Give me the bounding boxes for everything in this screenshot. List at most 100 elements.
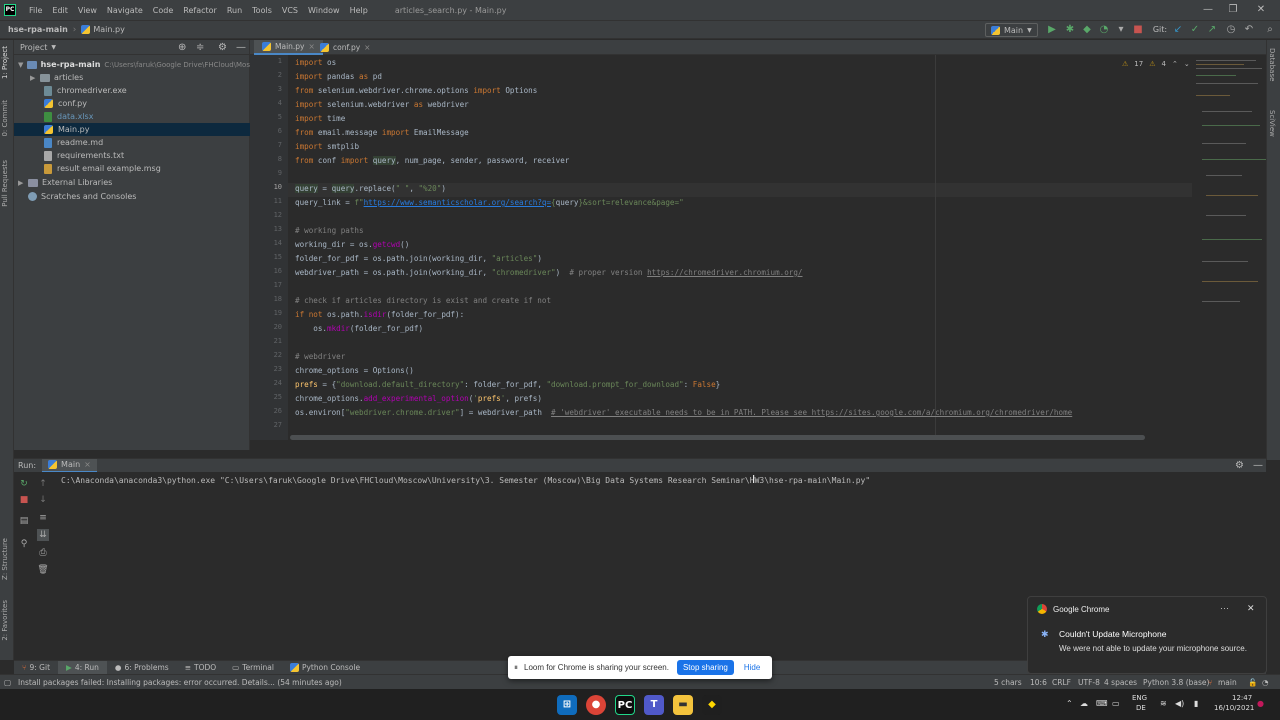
tree-item-result-email[interactable]: result email example.msg <box>14 162 250 175</box>
debug-icon[interactable]: ✱ <box>1064 24 1076 36</box>
line-number[interactable]: 23 <box>252 365 282 373</box>
volume-icon[interactable]: ◀) <box>1175 699 1184 708</box>
menu-refactor[interactable]: Refactor <box>178 6 222 15</box>
line-number[interactable]: 9 <box>252 169 282 177</box>
tab-sciview[interactable]: SciView <box>1268 110 1276 137</box>
line-number[interactable]: 18 <box>252 295 282 303</box>
line-number[interactable]: 24 <box>252 379 282 387</box>
history-icon[interactable]: ◷ <box>1225 24 1237 36</box>
gear-icon[interactable]: ⚙ <box>218 42 227 53</box>
layout-icon[interactable]: ▤ <box>18 515 30 527</box>
print-icon[interactable]: ⎙ <box>37 547 49 559</box>
tree-item-readme[interactable]: readme.md <box>14 136 250 149</box>
hide-button[interactable]: Hide <box>744 663 760 672</box>
line-number[interactable]: 21 <box>252 337 282 345</box>
stop-sharing-button[interactable]: Stop sharing <box>676 660 734 675</box>
tree-item-conf-py[interactable]: conf.py <box>14 97 250 110</box>
tray-overflow-icon[interactable]: ⌃ <box>1066 699 1073 708</box>
windows-start-icon[interactable]: ⊞ <box>557 695 577 715</box>
tool-tab-run[interactable]: ▶ 4: Run <box>58 660 107 675</box>
line-number[interactable]: 22 <box>252 351 282 359</box>
line-number[interactable]: 20 <box>252 323 282 331</box>
git-update-icon[interactable]: ↙ <box>1172 24 1184 36</box>
menu-vcs[interactable]: VCS <box>277 6 303 15</box>
menu-window[interactable]: Window <box>303 6 345 15</box>
tool-tab-problems[interactable]: ● 6: Problems <box>107 661 177 675</box>
close-icon[interactable]: × <box>84 460 91 469</box>
menu-file[interactable]: File <box>24 6 47 15</box>
line-number[interactable]: 3 <box>252 85 282 93</box>
menu-tools[interactable]: Tools <box>247 6 277 15</box>
line-number[interactable]: 7 <box>252 141 282 149</box>
line-number[interactable]: 12 <box>252 211 282 219</box>
breadcrumb-project[interactable]: hse-rpa-main <box>8 25 68 34</box>
close-icon[interactable]: × <box>364 43 370 52</box>
inspection-widget[interactable]: ⚠ 17 ⚠ 4 ⌃ ⌄ <box>1122 60 1190 68</box>
input-language[interactable]: ENG <box>1132 694 1147 702</box>
menu-run[interactable]: Run <box>222 6 247 15</box>
line-number[interactable]: 11 <box>252 197 282 205</box>
pin-icon[interactable]: ⚲ <box>18 538 30 550</box>
breadcrumb-file[interactable]: Main.py <box>81 25 125 34</box>
tab-database[interactable]: Database <box>1268 48 1276 81</box>
hide-panel-icon[interactable]: — <box>1253 460 1263 471</box>
monitor-icon[interactable]: ▭ <box>1112 699 1120 708</box>
status-git-branch[interactable]: main <box>1218 678 1237 687</box>
scroll-down-icon[interactable]: ↓ <box>37 494 49 506</box>
menu-navigate[interactable]: Navigate <box>102 6 148 15</box>
tree-item-chromedriver[interactable]: chromedriver.exe <box>14 84 250 97</box>
code-minimap[interactable] <box>1192 55 1266 440</box>
line-number[interactable]: 25 <box>252 393 282 401</box>
tree-item-requirements[interactable]: requirements.txt <box>14 149 250 162</box>
collapse-all-icon[interactable]: ≑ <box>196 42 204 53</box>
menu-edit[interactable]: Edit <box>47 6 73 15</box>
keyboard-layout[interactable]: DE <box>1136 704 1146 712</box>
profile-icon[interactable]: ◔ <box>1098 24 1110 36</box>
chrome-notification[interactable]: Google Chrome ⋯ ✕ ✱ Couldn't Update Micr… <box>1027 596 1267 674</box>
search-icon[interactable]: ⌕ <box>1264 24 1276 36</box>
line-number[interactable]: 8 <box>252 155 282 163</box>
tool-tab-python-console[interactable]: Python Console <box>282 661 368 675</box>
keyboard-icon[interactable]: ⌨ <box>1096 699 1108 708</box>
git-commit-icon[interactable]: ✓ <box>1189 24 1201 36</box>
menu-code[interactable]: Code <box>148 6 178 15</box>
tab-structure[interactable]: Z: Structure <box>1 538 9 580</box>
close-icon[interactable]: ✕ <box>1247 603 1255 614</box>
status-message[interactable]: Install packages failed: Installing pack… <box>18 678 342 687</box>
tree-item-root[interactable]: ▼ hse-rpa-main C:\Users\faruk\Google Dri… <box>14 58 250 71</box>
status-line-separator[interactable]: CRLF <box>1052 678 1071 687</box>
tab-commit[interactable]: 0: Commit <box>1 100 9 137</box>
tool-tab-terminal[interactable]: ▭ Terminal <box>224 661 282 675</box>
minimize-button[interactable]: — <box>1196 0 1220 20</box>
file-explorer-icon[interactable]: ▬ <box>673 695 693 715</box>
stop-icon[interactable]: ■ <box>18 494 30 506</box>
rollback-icon[interactable]: ↶ <box>1243 24 1255 36</box>
wifi-icon[interactable]: ≋ <box>1160 699 1167 708</box>
tree-item-scratches[interactable]: Scratches and Consoles <box>14 190 250 203</box>
menu-help[interactable]: Help <box>345 6 373 15</box>
menu-view[interactable]: View <box>73 6 102 15</box>
chrome-icon[interactable]: ● <box>586 695 606 715</box>
rerun-icon[interactable]: ↻ <box>18 478 30 490</box>
tree-item-articles[interactable]: ▶ articles <box>14 71 250 84</box>
event-log-icon[interactable]: ◔ <box>1262 678 1269 687</box>
tab-project[interactable]: 1: Project <box>1 46 9 79</box>
horizontal-scrollbar[interactable] <box>290 435 1145 440</box>
status-interpreter[interactable]: Python 3.8 (base) <box>1143 678 1209 687</box>
lock-icon[interactable]: 🔓 <box>1248 678 1257 687</box>
run-icon[interactable]: ▶ <box>1046 24 1058 36</box>
stop-icon[interactable]: ■ <box>1132 24 1144 36</box>
tab-conf-py[interactable]: conf.py × <box>312 40 378 55</box>
line-number[interactable]: 27 <box>252 421 282 429</box>
line-number[interactable]: 5 <box>252 113 282 121</box>
maximize-button[interactable]: ❐ <box>1221 0 1245 20</box>
status-indent[interactable]: 4 spaces <box>1104 678 1137 687</box>
tree-item-data-xlsx[interactable]: data.xlsx <box>14 110 250 123</box>
status-panel-icon[interactable]: ▢ <box>4 678 11 687</box>
line-number[interactable]: 4 <box>252 99 282 107</box>
status-caret-position[interactable]: 10:6 <box>1030 678 1047 687</box>
git-push-icon[interactable]: ↗ <box>1206 24 1218 36</box>
line-number[interactable]: 2 <box>252 71 282 79</box>
hide-panel-icon[interactable]: — <box>236 42 246 53</box>
tab-favorites[interactable]: 2: Favorites <box>1 600 9 641</box>
